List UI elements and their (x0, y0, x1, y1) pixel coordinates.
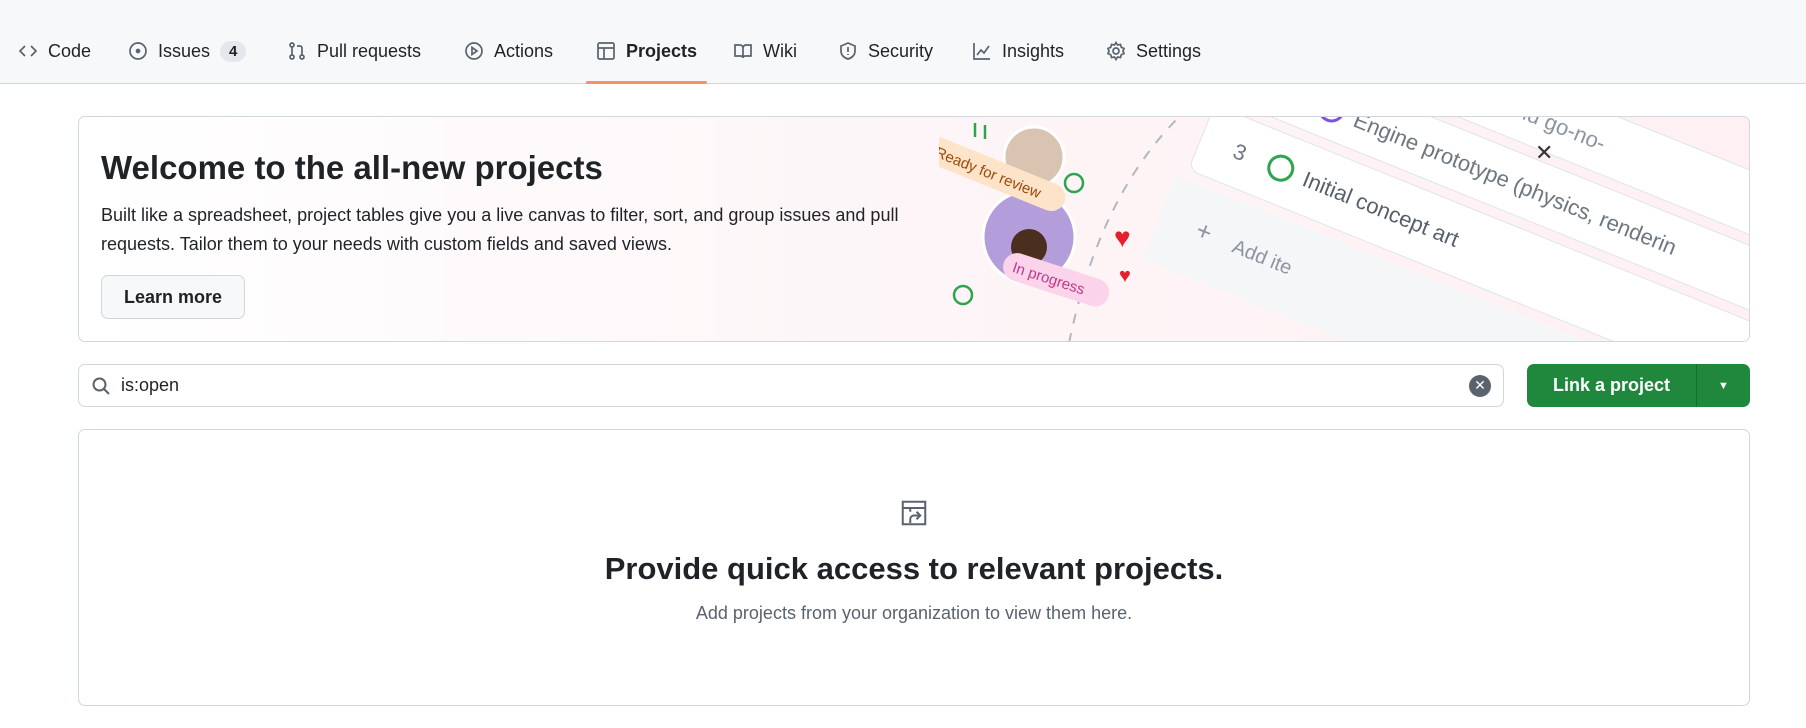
tab-insights[interactable]: Insights (972, 30, 1064, 72)
link-project-button-group: Link a project ▼ (1527, 364, 1750, 407)
banner-body: Built like a spreadsheet, project tables… (101, 205, 899, 254)
shield-icon (840, 42, 856, 60)
projects-illustration: 1 Game brief and go-no- 2 Engine prototy… (939, 117, 1749, 341)
heart-icon: ♥ (1119, 265, 1131, 287)
issue-open-icon (1063, 172, 1085, 194)
git-pull-request-icon (973, 123, 987, 139)
issue-open-icon (952, 284, 974, 306)
triangle-down-icon: ▼ (1718, 379, 1729, 392)
tab-wiki[interactable]: Wiki (733, 30, 797, 72)
search-input[interactable] (121, 375, 1469, 396)
tab-security[interactable]: Security (838, 30, 933, 72)
empty-state: Provide quick access to relevant project… (78, 429, 1750, 706)
table-icon (597, 42, 615, 60)
heart-icon: ♥ (1114, 222, 1131, 253)
clear-search-button[interactable]: ✕ (1469, 374, 1491, 397)
close-banner-button[interactable]: ✕ (1535, 140, 1553, 166)
welcome-banner: Welcome to the all-new projects Built li… (78, 116, 1750, 342)
code-icon (18, 45, 38, 57)
tab-settings[interactable]: Settings (1106, 30, 1201, 72)
graph-icon (973, 43, 990, 60)
tab-pull-requests[interactable]: Pull requests (287, 30, 421, 72)
banner-title: Welcome to the all-new projects (101, 149, 603, 186)
issue-opened-icon (129, 42, 147, 60)
play-icon (465, 42, 483, 60)
learn-more-button[interactable]: Learn more (101, 275, 246, 319)
book-icon (734, 44, 752, 59)
tab-actions[interactable]: Actions (464, 30, 553, 72)
git-pull-request-icon (289, 42, 305, 60)
link-project-button[interactable]: Link a project (1527, 364, 1697, 407)
project-search[interactable]: ✕ (78, 364, 1504, 407)
link-project-dropdown[interactable]: ▼ (1697, 364, 1750, 407)
issues-count-badge: 4 (220, 40, 247, 62)
tab-issues[interactable]: Issues 4 (128, 30, 247, 72)
gear-icon (1106, 41, 1126, 61)
tab-code[interactable]: Code (18, 30, 91, 72)
search-icon (92, 377, 110, 395)
project-symlink-icon (901, 500, 927, 526)
tab-projects[interactable]: Projects (585, 30, 708, 84)
empty-state-title: Provide quick access to relevant project… (604, 551, 1224, 586)
repo-nav: Code Issues 4 Pull requests Actions Proje… (0, 0, 1806, 84)
empty-state-subtitle: Add projects from your organization to v… (695, 603, 1133, 623)
